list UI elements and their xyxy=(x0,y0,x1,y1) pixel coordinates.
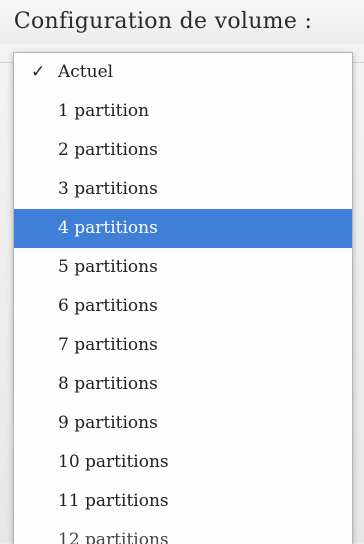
menu-item-1-partition[interactable]: 1 partition xyxy=(14,92,352,131)
menu-item-label: 9 partitions xyxy=(58,413,158,433)
menu-item-actuel[interactable]: ✓ Actuel xyxy=(14,53,352,92)
menu-item-label: Actuel xyxy=(58,62,114,82)
checkmark-icon: ✓ xyxy=(31,62,46,82)
menu-item-6-partitions[interactable]: 6 partitions xyxy=(14,287,352,326)
volume-configuration-label: Configuration de volume : xyxy=(0,0,364,44)
menu-item-label: 11 partitions xyxy=(58,491,169,511)
menu-item-label: 7 partitions xyxy=(58,335,158,355)
menu-item-3-partitions[interactable]: 3 partitions xyxy=(14,170,352,209)
menu-item-label: 10 partitions xyxy=(58,452,169,472)
menu-item-label: 8 partitions xyxy=(58,374,158,394)
menu-item-label: 5 partitions xyxy=(58,257,158,277)
menu-item-label: 12 partitions xyxy=(58,530,169,544)
menu-item-12-partitions[interactable]: 12 partitions xyxy=(14,521,352,544)
menu-item-2-partitions[interactable]: 2 partitions xyxy=(14,131,352,170)
menu-item-4-partitions[interactable]: 4 partitions xyxy=(14,209,352,248)
menu-item-10-partitions[interactable]: 10 partitions xyxy=(14,443,352,482)
menu-item-11-partitions[interactable]: 11 partitions xyxy=(14,482,352,521)
menu-item-7-partitions[interactable]: 7 partitions xyxy=(14,326,352,365)
menu-item-label: 3 partitions xyxy=(58,179,158,199)
menu-item-label: 2 partitions xyxy=(58,140,158,160)
menu-item-5-partitions[interactable]: 5 partitions xyxy=(14,248,352,287)
menu-item-label: 6 partitions xyxy=(58,296,158,316)
volume-scheme-popup-menu[interactable]: ✓ Actuel 1 partition 2 partitions 3 part… xyxy=(13,52,353,544)
menu-item-label: 4 partitions xyxy=(58,218,158,238)
menu-item-8-partitions[interactable]: 8 partitions xyxy=(14,365,352,404)
menu-item-label: 1 partition xyxy=(58,101,150,121)
menu-item-9-partitions[interactable]: 9 partitions xyxy=(14,404,352,443)
